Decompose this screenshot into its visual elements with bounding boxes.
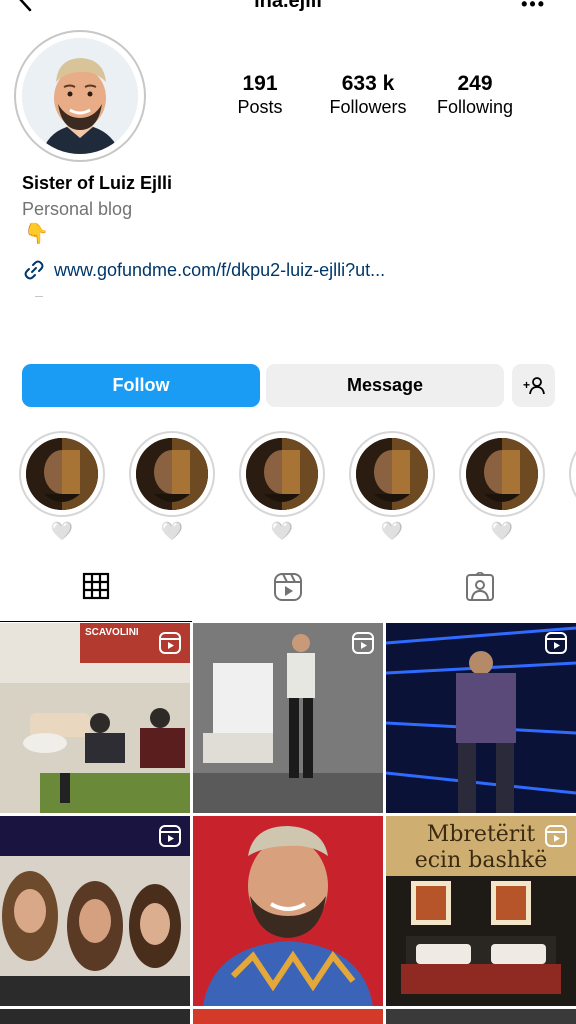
message-button[interactable]: Message xyxy=(266,364,504,407)
grid-post[interactable] xyxy=(386,623,576,813)
post-thumbnail xyxy=(193,816,383,1006)
highlight-item[interactable]: 🤍 xyxy=(129,431,215,542)
following-label: Following xyxy=(436,97,514,117)
bio-link[interactable]: www.gofundme.com/f/dkpu2-luiz-ejlli?ut..… xyxy=(54,260,385,281)
grid-post[interactable]: SCAVOLINI xyxy=(0,623,190,813)
follow-button[interactable]: Follow xyxy=(22,364,260,407)
svg-text:+: + xyxy=(523,378,530,392)
profile-category: Personal blog xyxy=(22,199,133,219)
highlight-ring xyxy=(129,431,215,517)
reels-icon xyxy=(274,573,302,601)
bio-emoji: 👇 xyxy=(24,223,49,245)
grid-post[interactable] xyxy=(0,816,190,1006)
followers-count: 633 k xyxy=(341,72,395,95)
highlight-ring xyxy=(19,431,105,517)
tab-posts-grid[interactable] xyxy=(0,572,192,622)
highlight-cover xyxy=(26,438,98,510)
tagged-icon xyxy=(466,572,494,601)
followers-label: Followers xyxy=(329,97,407,117)
highlight-item[interactable]: 🤍 xyxy=(19,431,105,542)
highlight-ring xyxy=(569,431,576,517)
tab-reels[interactable] xyxy=(192,572,384,622)
post-overlay-text: SCAVOLINI xyxy=(85,627,139,638)
following-count: 249 xyxy=(457,72,493,95)
profile-tabs xyxy=(0,572,576,622)
reel-icon xyxy=(545,632,567,654)
grid-icon xyxy=(82,572,110,600)
stat-followers[interactable]: 633 k Followers xyxy=(318,72,418,118)
profile-display-name: Sister of Luiz Ejlli xyxy=(22,173,173,193)
link-icon xyxy=(24,260,44,280)
reel-icon xyxy=(545,825,567,847)
active-tab-indicator xyxy=(0,621,192,622)
highlight-ring xyxy=(459,431,545,517)
grid-post-partial[interactable] xyxy=(0,1009,190,1024)
highlight-item[interactable]: 🤍 xyxy=(459,431,545,542)
highlight-item-partial[interactable] xyxy=(569,431,576,517)
grid-post-partial[interactable] xyxy=(386,1009,576,1024)
posts-grid: SCAVOLINI Mbretërit ecin bashkë xyxy=(0,623,576,1024)
highlight-item[interactable]: 🤍 xyxy=(349,431,435,542)
posts-label: Posts xyxy=(237,97,283,117)
highlight-ring xyxy=(239,431,325,517)
highlight-label: 🤍 xyxy=(270,521,294,541)
highlight-label: 🤍 xyxy=(50,521,74,541)
highlight-label: 🤍 xyxy=(160,521,184,541)
grid-post[interactable] xyxy=(193,816,383,1006)
highlight-cover xyxy=(356,438,428,510)
highlight-cover xyxy=(466,438,538,510)
reel-icon xyxy=(159,632,181,654)
highlight-item[interactable]: 🤍 xyxy=(239,431,325,542)
profile-avatar-ring[interactable] xyxy=(14,30,146,162)
top-bar: ina.ejlli ••• xyxy=(0,0,576,14)
story-highlights: 🤍 🤍 🤍 🤍 🤍 xyxy=(0,431,576,543)
grid-post[interactable] xyxy=(193,623,383,813)
highlight-ring xyxy=(349,431,435,517)
reel-icon xyxy=(352,632,374,654)
highlight-label: 🤍 xyxy=(380,521,404,541)
posts-count: 191 xyxy=(242,72,278,95)
suggested-users-button[interactable]: + xyxy=(512,364,555,407)
profile-username: ina.ejlli xyxy=(254,0,322,12)
add-user-icon: + xyxy=(523,376,545,394)
post-overlay-subtitle: ecin bashkë xyxy=(414,848,548,873)
reel-icon xyxy=(159,825,181,847)
avatar xyxy=(22,38,138,154)
stat-posts[interactable]: 191 Posts xyxy=(220,72,300,118)
bio-link-row[interactable]: www.gofundme.com/f/dkpu2-luiz-ejlli?ut..… xyxy=(22,258,385,282)
stat-following[interactable]: 249 Following xyxy=(430,72,520,118)
grid-post-partial[interactable] xyxy=(193,1009,383,1024)
grid-post[interactable]: Mbretërit ecin bashkë xyxy=(386,816,576,1006)
more-options-icon[interactable]: ••• xyxy=(521,0,546,15)
highlight-cover xyxy=(246,438,318,510)
tab-tagged[interactable] xyxy=(384,572,576,622)
divider xyxy=(35,296,43,297)
highlight-cover xyxy=(136,438,208,510)
highlight-label: 🤍 xyxy=(490,521,514,541)
